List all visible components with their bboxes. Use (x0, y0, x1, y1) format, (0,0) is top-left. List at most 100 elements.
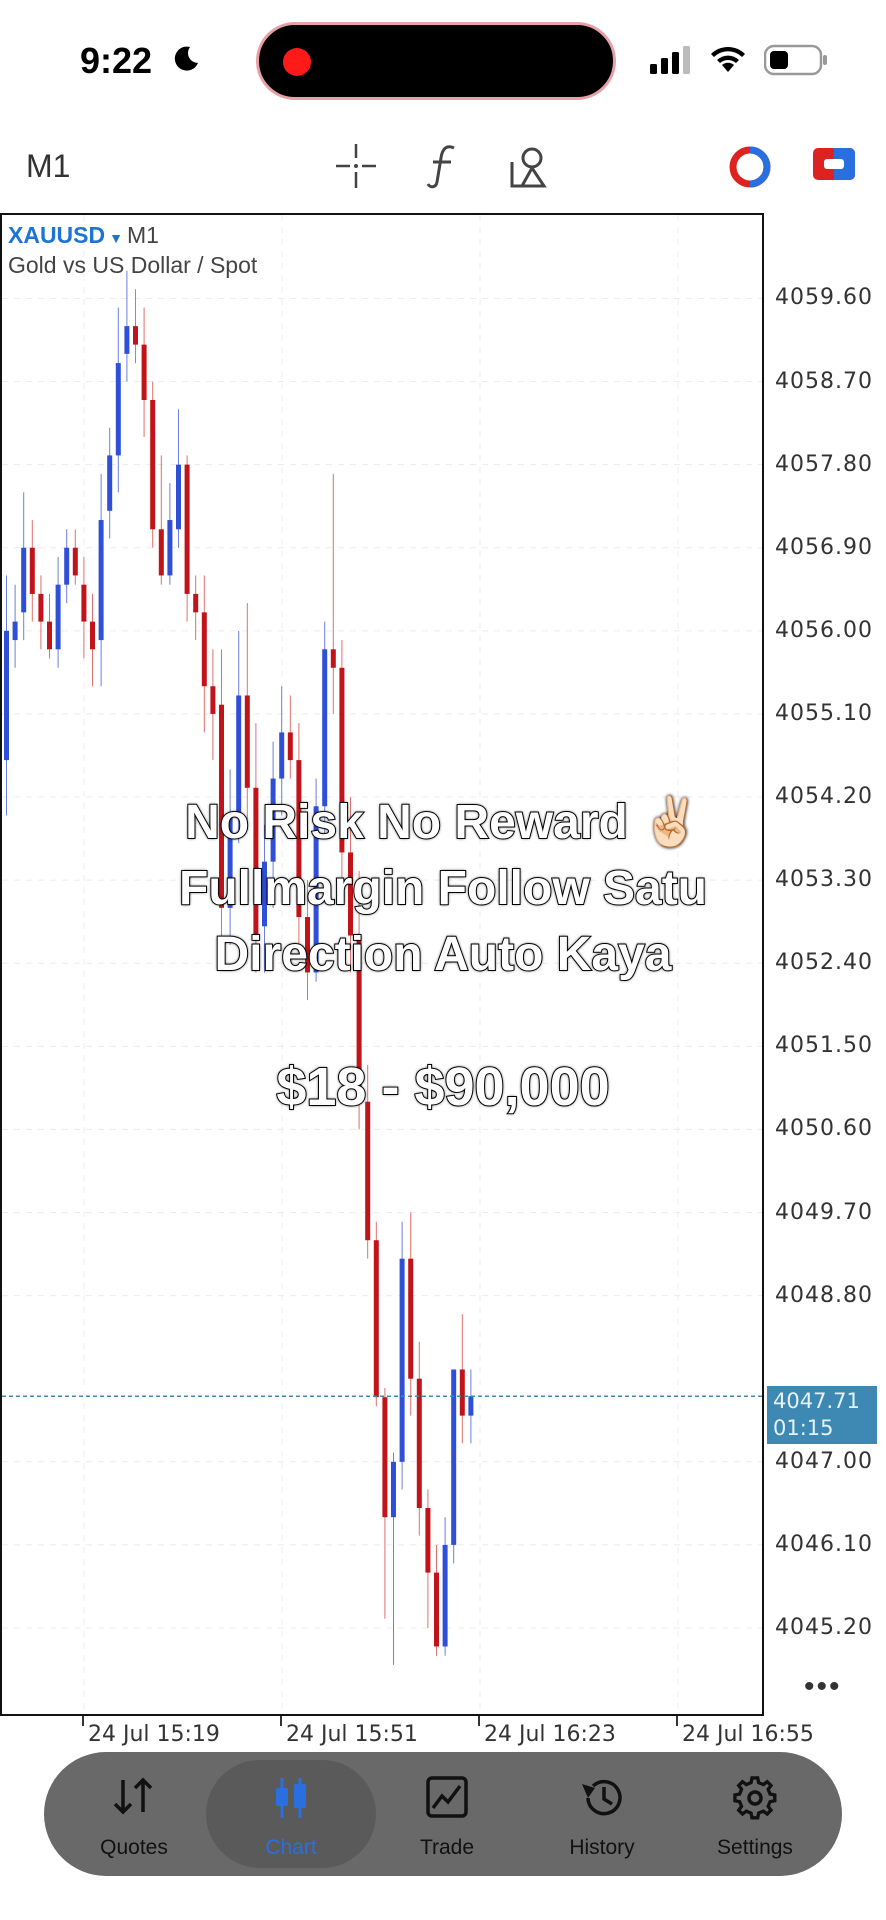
price-tick-label: 4057.80 (775, 451, 873, 477)
tab-quotes[interactable]: Quotes (59, 1752, 209, 1876)
caption-line-3: Direction Auto Kaya (214, 927, 673, 982)
candle-body (133, 326, 138, 345)
candle-body (4, 630, 9, 761)
chart-icon (276, 1778, 306, 1818)
more-options-icon[interactable]: ••• (804, 1670, 842, 1704)
status-bar: 9:22 (0, 0, 886, 120)
chart-toolbar: M1 (0, 130, 886, 202)
candle-countdown: 01:15 (773, 1416, 834, 1440)
symbol-description: Gold vs US Dollar / Spot (8, 252, 258, 278)
recording-dot-icon (283, 48, 311, 76)
candle-body (210, 686, 216, 714)
candle-body (124, 326, 130, 354)
candle-body (193, 593, 199, 613)
one-click-trading-icon[interactable] (728, 146, 772, 188)
candle-body (176, 464, 181, 530)
time-tick-label: 24 Jul 16:23 (484, 1722, 616, 1747)
symbol-name[interactable]: XAUUSD (8, 222, 105, 248)
tab-label: Chart (265, 1836, 317, 1859)
candle-body (408, 1258, 414, 1379)
tab-label: History (569, 1836, 635, 1859)
candle-body (425, 1507, 431, 1573)
candle-body (141, 344, 147, 401)
symbol-timeframe: M1 (126, 222, 159, 248)
symbol-dropdown-icon[interactable]: ▼ (109, 230, 123, 246)
dynamic-island (256, 22, 616, 100)
tab-settings[interactable]: Settings (680, 1752, 830, 1876)
price-tick-label: 4049.70 (775, 1199, 873, 1225)
price-tick-label: 4046.10 (775, 1531, 873, 1557)
trade-panel-icon[interactable] (812, 146, 856, 182)
time-tick-label: 24 Jul 16:55 (682, 1722, 814, 1747)
wifi-icon (711, 46, 745, 72)
time-tick-label: 24 Jul 15:51 (286, 1722, 418, 1747)
settings-icon (733, 1776, 777, 1820)
price-tick-label: 4059.60 (775, 285, 873, 311)
status-time: 9:22 (80, 40, 153, 81)
candle-body (29, 547, 35, 594)
candle-body (468, 1396, 474, 1416)
candle-body (150, 400, 156, 530)
time-tick-mark (478, 1716, 480, 1726)
price-tick-label: 4047.00 (775, 1448, 873, 1474)
tab-trade[interactable]: Trade (372, 1752, 522, 1876)
candle-body (115, 363, 121, 456)
time-tick-label: 24 Jul 15:19 (88, 1722, 220, 1747)
caption-line-1: No Risk No Reward ✌🏻 (184, 795, 702, 850)
candle-body (391, 1461, 396, 1518)
candle-body (416, 1378, 422, 1508)
candle-body (244, 695, 250, 788)
tab-label: Settings (717, 1836, 793, 1859)
symbol-header[interactable]: XAUUSD ▼ M1 (8, 222, 159, 249)
candle-body (107, 455, 113, 511)
price-tick-label: 4051.50 (775, 1033, 873, 1059)
price-tick-label: 4055.10 (775, 700, 873, 726)
current-price-box: 4047.71 01:15 (767, 1386, 877, 1444)
tab-label: Quotes (100, 1836, 168, 1859)
candle-body (365, 1101, 371, 1241)
candle-body (81, 584, 87, 622)
screen: 9:22 M1 XAUUSD ▼ M1 Gold vs US Dollar / … (0, 0, 886, 1920)
candle-body (167, 520, 173, 576)
quotes-icon (113, 1777, 153, 1815)
timeframe-button[interactable]: M1 (26, 148, 70, 185)
objects-icon[interactable] (508, 142, 550, 190)
price-tick-label: 4050.60 (775, 1116, 873, 1142)
tab-chart[interactable]: Chart (216, 1752, 366, 1876)
tab-label: Trade (419, 1836, 475, 1859)
time-tick-mark (82, 1716, 84, 1726)
candle-body (98, 520, 104, 641)
indicators-icon[interactable] (424, 142, 460, 190)
candle-body (90, 621, 95, 650)
candle-body (21, 547, 27, 613)
tab-history[interactable]: History (527, 1752, 677, 1876)
candle-body (434, 1572, 439, 1647)
candle-body (279, 732, 285, 779)
crosshair-icon[interactable] (334, 142, 378, 190)
cellular-signal-icon (650, 46, 690, 74)
bottom-tab-bar: Quotes Chart Trade History Settings (44, 1752, 842, 1876)
candle-body (322, 649, 328, 807)
time-tick-mark (676, 1716, 678, 1726)
candle-body (287, 732, 293, 761)
candle-body (330, 649, 336, 668)
moon-icon (174, 46, 198, 71)
price-tick-label: 4048.80 (775, 1282, 873, 1308)
time-tick-mark (280, 1716, 282, 1726)
candle-body (47, 621, 52, 650)
candle-body (382, 1397, 388, 1518)
battery-icon (764, 44, 827, 76)
candle-body (399, 1258, 405, 1462)
caption-line-2: Fullmargin Follow Satu (178, 861, 708, 916)
price-tick-label: 4045.20 (775, 1615, 873, 1640)
candle-body (442, 1544, 448, 1647)
caption-amount: $18 - $90,000 (275, 1056, 610, 1118)
candle-body (459, 1369, 465, 1416)
price-tick-label: 4058.70 (775, 368, 873, 394)
candle-body (64, 547, 70, 585)
candle-body (373, 1240, 379, 1398)
price-tick-label: 4056.90 (775, 534, 873, 560)
trade-icon (426, 1776, 468, 1818)
candle-body (38, 593, 44, 622)
history-icon (582, 1779, 622, 1816)
